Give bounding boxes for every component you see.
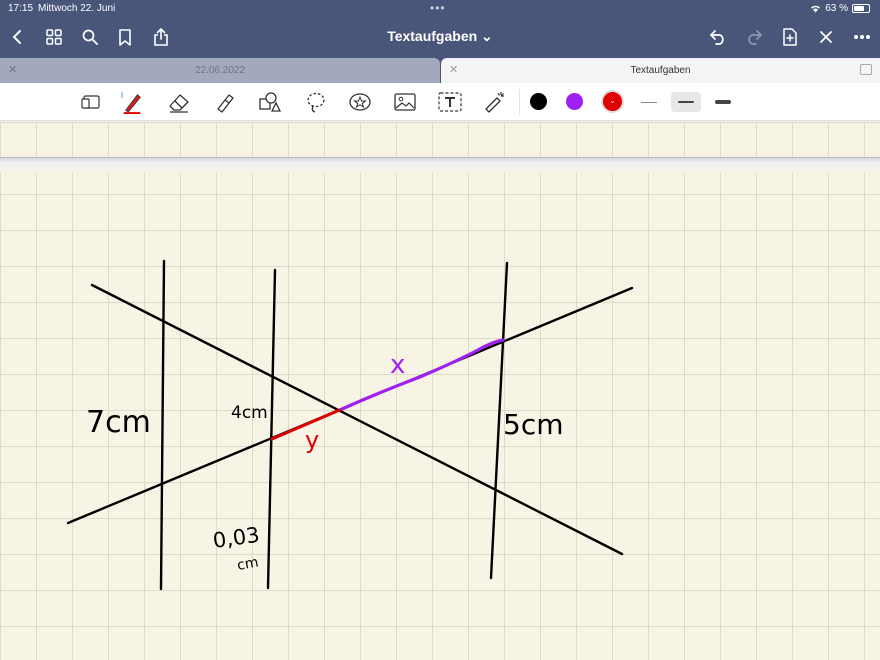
label-middle-length: 4cm	[231, 403, 268, 423]
label-variable-x: x	[390, 350, 405, 380]
segment-x-purple	[340, 338, 505, 411]
vertical-line-middle	[266, 268, 277, 590]
label-bottom-length-unit: cm	[236, 554, 260, 573]
vertical-line-left	[159, 259, 166, 591]
label-left-length: 7cm	[86, 405, 151, 440]
label-variable-y: y	[305, 426, 319, 454]
handwritten-drawing: 7cm 4cm 5cm 0,03 cm x y	[66, 259, 634, 591]
label-bottom-length-value: 0,03	[211, 523, 261, 553]
label-right-length: 5cm	[503, 408, 563, 441]
